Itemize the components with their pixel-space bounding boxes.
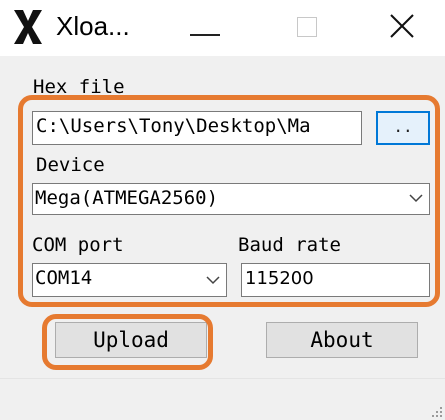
com-port-select[interactable]: COM14 [32,263,227,297]
resize-grip-icon[interactable] [429,404,443,418]
xloader-x-icon [14,10,42,44]
status-bar [0,378,445,420]
window-title: Xloa... [56,11,130,41]
device-label: Device [36,154,105,176]
com-port-selected-value: COM14 [35,267,93,289]
maximize-button[interactable] [265,0,355,56]
browse-button-label: .. [393,117,413,136]
device-selected-value: Mega(ATMEGA2560) [35,187,219,209]
baud-rate-input[interactable]: 115200 [241,263,430,297]
title-bar: Xloa... [0,0,445,56]
com-port-label: COM port [32,234,124,256]
baud-rate-label: Baud rate [238,234,341,256]
about-button[interactable]: About [266,322,418,358]
maximize-icon [297,17,317,37]
device-select[interactable]: Mega(ATMEGA2560) [32,183,430,215]
hex-file-path-input[interactable]: C:\Users\Tony\Desktop\Ma [32,111,362,145]
close-icon [390,14,414,38]
chevron-down-icon [206,276,220,285]
minimize-icon [190,34,220,36]
upload-button[interactable]: Upload [55,322,207,358]
browse-button[interactable]: .. [376,111,430,145]
close-button[interactable] [355,0,445,56]
minimize-button[interactable] [170,0,260,56]
hex-file-label: Hex file [33,76,125,98]
chevron-down-icon [409,194,423,203]
